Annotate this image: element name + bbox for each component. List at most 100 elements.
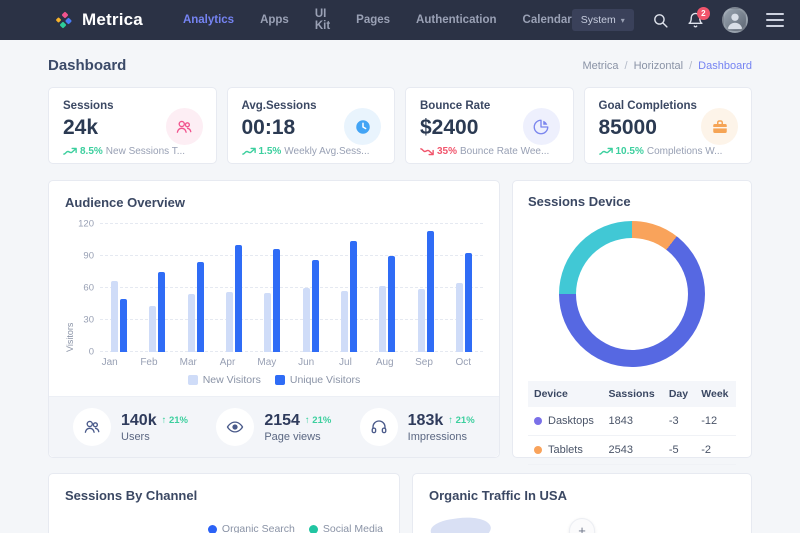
channel-legend: Organic Search Social Media	[65, 523, 383, 533]
bar-group-aug	[368, 256, 406, 352]
xtick-jan: Jan	[90, 357, 129, 368]
nav-item-analytics[interactable]: Analytics	[183, 14, 234, 26]
stat-trend: 10.5% Completions W...	[599, 146, 738, 157]
device-col-sassions: Sassions	[603, 381, 663, 407]
footer-stat-label: Impressions	[408, 431, 475, 443]
breadcrumb-separator: /	[625, 60, 628, 72]
xtick-jul: Jul	[326, 357, 365, 368]
device-day: -3	[663, 407, 695, 436]
users-icon	[166, 108, 203, 145]
map-zoom-in-button[interactable]: +	[569, 518, 595, 533]
briefcase-icon	[701, 108, 738, 145]
breadcrumb-row: Dashboard Metrica/Horizontal/Dashboard	[48, 40, 752, 87]
legend-label: Social Media	[323, 523, 383, 533]
xtick-feb: Feb	[129, 357, 168, 368]
brand[interactable]: Metrica	[55, 10, 143, 30]
nav-item-pages[interactable]: Pages	[356, 14, 390, 26]
top-navbar: Metrica Analytics Apps UI Kit Pages Authenti…	[0, 0, 800, 40]
sessions-device-card: Sessions Device DeviceSassionsDayWeek Da…	[512, 180, 752, 458]
usa-map-fragment	[429, 514, 492, 533]
device-dot	[534, 446, 542, 454]
search-button[interactable]	[652, 12, 669, 29]
nav-item-calendar[interactable]: Calendar	[523, 14, 572, 26]
footer-stat-value: 183k ↑ 21%	[408, 412, 475, 430]
device-table-header: DeviceSassionsDayWeek	[528, 381, 736, 407]
legend-swatch	[188, 375, 198, 385]
stat-card-avg-sessions: Avg.Sessions 00:18 1.5% Weekly Avg.Sess.…	[227, 87, 396, 164]
metrica-dashboard: Metrica Analytics Apps UI Kit Pages Authenti…	[0, 0, 800, 533]
xtick-apr: Apr	[208, 357, 247, 368]
bar-group-jun	[291, 260, 329, 352]
device-col-day: Day	[663, 381, 695, 407]
brand-name: Metrica	[82, 10, 143, 30]
stat-card-goal-completions: Goal Completions 85000 10.5% Completions…	[584, 87, 753, 164]
nav-right: System ▾ 2	[572, 7, 784, 33]
device-dot	[534, 417, 542, 425]
breadcrumb-item-dashboard[interactable]: Dashboard	[698, 60, 752, 72]
legend-new-visitors: New Visitors	[188, 374, 261, 386]
xtick-oct: Oct	[444, 357, 483, 368]
bar-new-visitors	[226, 292, 233, 352]
bar-new-visitors	[303, 288, 310, 352]
footer-stat-value: 2154 ↑ 21%	[264, 412, 331, 430]
footer-stat-value: 140k ↑ 21%	[121, 412, 188, 430]
nav-item-authentication[interactable]: Authentication	[416, 14, 497, 26]
bar-new-visitors	[379, 286, 386, 352]
legend-label: New Visitors	[203, 374, 261, 386]
footer-stat-label: Users	[121, 431, 188, 443]
search-icon	[652, 12, 669, 29]
audience-bar-chart: Visitors 0306090120	[65, 224, 483, 352]
xtick-aug: Aug	[365, 357, 404, 368]
footer-stat-label: Page views	[264, 431, 331, 443]
device-day: -5	[663, 436, 695, 465]
legend-label: Organic Search	[222, 523, 295, 533]
breadcrumb-item-horizontal[interactable]: Horizontal	[634, 60, 684, 72]
audience-overview-card: Audience Overview Visitors 0306090120 Ja…	[48, 180, 500, 458]
system-dropdown[interactable]: System ▾	[572, 9, 634, 31]
nav-item-apps[interactable]: Apps	[260, 14, 289, 26]
hamburger-menu-button[interactable]	[766, 13, 784, 27]
device-name: Tablets	[528, 436, 603, 465]
device-name: Dasktops	[528, 407, 603, 436]
audience-overview-title: Audience Overview	[65, 195, 483, 210]
nav-item-ui-kit[interactable]: UI Kit	[315, 8, 330, 32]
nav-menu: Analytics Apps UI Kit Pages Authentication Ca…	[183, 8, 572, 32]
bar-new-visitors	[111, 281, 118, 352]
chart-legend: New Visitors Unique Visitors	[65, 374, 483, 386]
audience-footer-stats: 140k ↑ 21% Users 2154 ↑ 21% Page views 1…	[49, 396, 499, 457]
page-title: Dashboard	[48, 57, 126, 74]
bar-unique-visitors	[312, 260, 319, 352]
stat-cards-row: Sessions 24k 8.5% New Sessions T... Avg.…	[48, 87, 752, 164]
footer-stat-trend: ↑ 21%	[162, 415, 188, 426]
headphones-icon	[360, 408, 398, 446]
bar-unique-visitors	[273, 249, 280, 352]
notifications-button[interactable]: 2	[687, 12, 704, 29]
chart-xlabels: JanFebMarAprMayJunJulAugSepOct	[90, 357, 483, 368]
sessions-by-channel-title: Sessions By Channel	[65, 488, 383, 503]
bar-group-apr	[215, 245, 253, 352]
stat-card-sessions: Sessions 24k 8.5% New Sessions T...	[48, 87, 217, 164]
bar-group-feb	[138, 272, 176, 352]
clock-icon	[344, 108, 381, 145]
bar-unique-visitors	[427, 231, 434, 352]
stat-trend: 1.5% Weekly Avg.Sess...	[242, 146, 381, 157]
footer-stat-trend: ↑ 21%	[305, 415, 331, 426]
device-week: -12	[695, 407, 736, 436]
hamburger-icon	[766, 13, 784, 27]
bar-groups	[100, 224, 483, 352]
breadcrumb-item-metrica[interactable]: Metrica	[582, 60, 618, 72]
sessions-device-title: Sessions Device	[528, 194, 736, 209]
chevron-down-icon: ▾	[621, 16, 625, 25]
bar-unique-visitors	[388, 256, 395, 352]
ytick: 60	[83, 283, 94, 294]
bar-group-sep	[406, 231, 444, 352]
device-sessions: 1843	[603, 407, 663, 436]
user-avatar[interactable]	[722, 7, 748, 33]
legend-dot	[309, 525, 318, 533]
bar-new-visitors	[188, 294, 195, 352]
chart-ylabel: Visitors	[65, 224, 75, 352]
organic-traffic-usa-card: Organic Traffic In USA +	[412, 473, 752, 533]
bar-group-may	[253, 249, 291, 352]
legend-unique-visitors: Unique Visitors	[275, 374, 360, 386]
chart-plot	[100, 224, 483, 352]
